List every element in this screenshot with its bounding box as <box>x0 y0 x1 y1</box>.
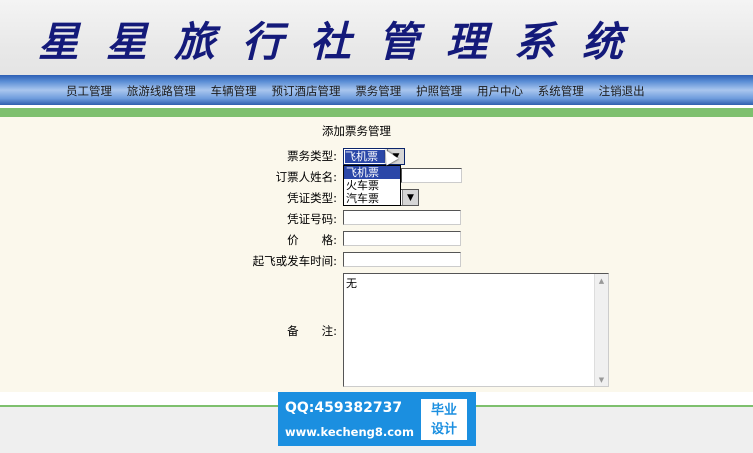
voucher-type-label: 凭证类型: <box>287 191 337 205</box>
watermark-badge: 毕业 设计 <box>421 399 467 440</box>
nav-item-tour-routes[interactable]: 旅游线路管理 <box>127 83 196 99</box>
watermark-qq: QQ:459382737 <box>285 400 403 416</box>
badge-line2: 设计 <box>430 422 457 437</box>
form-title: 添加票务管理 <box>322 124 391 138</box>
remark-label: 备 注: <box>287 324 337 338</box>
remark-text: 无 <box>346 277 357 290</box>
nav-items: 员工管理 旅游线路管理 车辆管理 预订酒店管理 票务管理 护照管理 用户中心 系… <box>66 83 656 99</box>
scroll-down-icon[interactable]: ▼ <box>595 373 608 386</box>
departure-time-label: 起飞或发车时间: <box>252 254 337 268</box>
voucher-number-label: 凭证号码: <box>287 212 337 226</box>
booker-name-input[interactable] <box>401 168 462 183</box>
nav-item-employee[interactable]: 员工管理 <box>66 83 112 99</box>
price-input[interactable] <box>343 231 461 246</box>
departure-time-input[interactable] <box>343 252 461 267</box>
nav-item-passport[interactable]: 护照管理 <box>416 83 462 99</box>
scroll-up-icon[interactable]: ▲ <box>595 274 608 287</box>
nav-item-tickets[interactable]: 票务管理 <box>355 83 401 99</box>
ticket-type-selected: 飞机票 <box>345 150 385 163</box>
booker-name-label: 订票人姓名: <box>275 170 337 184</box>
ticket-type-label: 票务类型: <box>287 149 337 163</box>
nav-item-hotel-booking[interactable]: 预订酒店管理 <box>271 83 340 99</box>
system-title: 星星旅行社管理系统 <box>38 18 650 66</box>
voucher-number-input[interactable] <box>343 210 461 225</box>
option-bus[interactable]: 汽车票 <box>344 192 400 205</box>
nav-item-system[interactable]: 系统管理 <box>538 83 584 99</box>
watermark-site: www.kecheng8.com <box>285 425 414 439</box>
chevron-down-icon[interactable]: ▼ <box>402 190 418 205</box>
remark-textarea[interactable]: 无 ▲ ▼ <box>343 273 609 387</box>
main-nav-bar: 员工管理 旅游线路管理 车辆管理 预订酒店管理 票务管理 护照管理 用户中心 系… <box>0 75 753 105</box>
divider-stripe <box>0 108 753 117</box>
nav-item-vehicles[interactable]: 车辆管理 <box>211 83 257 99</box>
header-banner: 星星旅行社管理系统 <box>0 0 753 75</box>
ticket-type-dropdown[interactable]: 飞机票 火车票 汽车票 <box>343 165 401 206</box>
remark-scrollbar[interactable]: ▲ ▼ <box>594 274 608 386</box>
watermark-banner: QQ:459382737 www.kecheng8.com 毕业 设计 <box>278 392 476 446</box>
nav-item-logout[interactable]: 注销退出 <box>599 83 645 99</box>
option-plane[interactable]: 飞机票 <box>344 166 400 179</box>
badge-line1: 毕业 <box>430 403 457 418</box>
option-train[interactable]: 火车票 <box>344 179 400 192</box>
nav-item-user-center[interactable]: 用户中心 <box>477 83 523 99</box>
price-label: 价 格: <box>287 233 337 247</box>
